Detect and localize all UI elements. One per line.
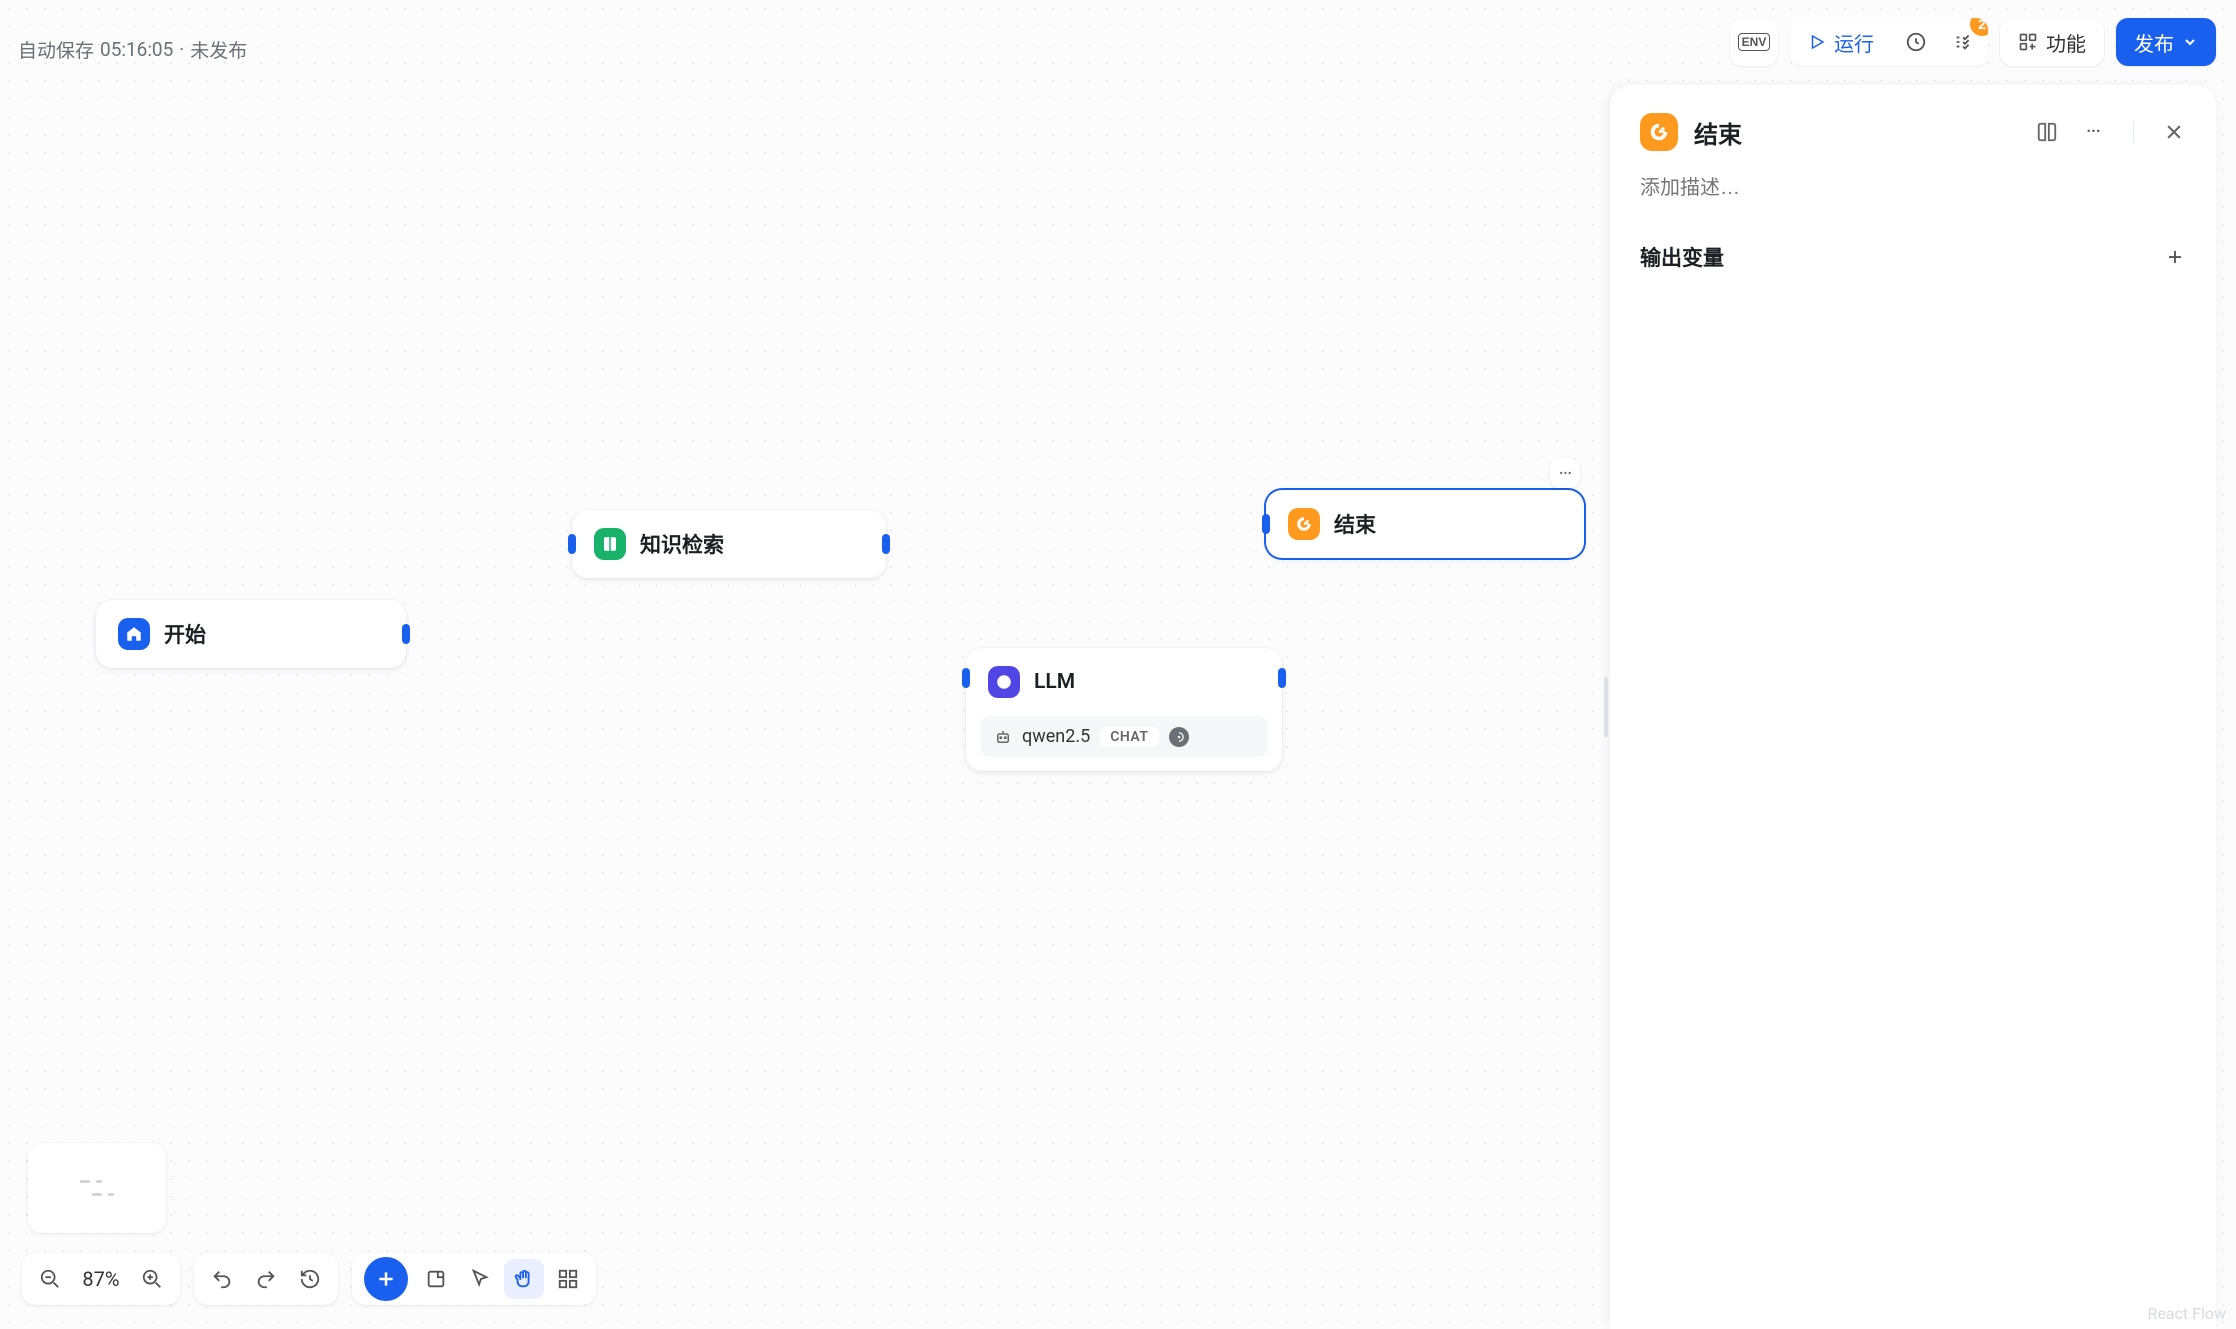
note-button[interactable] (416, 1259, 456, 1299)
feature-button[interactable]: 功能 (2000, 18, 2104, 66)
env-button[interactable]: ENV (1730, 18, 1778, 66)
zoom-in-icon (141, 1268, 163, 1290)
top-toolbar: ENV 运行 2 功能 发布 (1730, 18, 2216, 66)
history-group (194, 1253, 338, 1305)
zoom-value[interactable]: 87% (74, 1267, 128, 1291)
plus-icon (2166, 248, 2184, 266)
zoom-out-icon (39, 1268, 61, 1290)
zoom-out-button[interactable] (30, 1259, 70, 1299)
port-in[interactable] (568, 534, 576, 554)
undo-icon (211, 1268, 233, 1290)
docs-button[interactable] (2035, 120, 2059, 144)
zoom-in-button[interactable] (132, 1259, 172, 1299)
add-node-button[interactable] (364, 1257, 408, 1301)
status-state: 未发布 (190, 36, 247, 63)
status-bar: 自动保存 05:16:05 · 未发布 (18, 36, 247, 63)
divider (2133, 121, 2134, 143)
history-icon (299, 1268, 321, 1290)
redo-button[interactable] (246, 1259, 286, 1299)
schedule-button[interactable] (1892, 18, 1940, 66)
robot-icon (994, 728, 1012, 746)
feature-label: 功能 (2046, 28, 2086, 57)
node-start[interactable]: 开始 (96, 600, 406, 668)
port-in[interactable] (962, 668, 970, 688)
node-end[interactable]: 结束 (1266, 490, 1584, 558)
run-label: 运行 (1834, 28, 1874, 57)
model-settings-icon[interactable] (1169, 727, 1189, 747)
hand-icon (513, 1268, 535, 1290)
minimap[interactable] (28, 1143, 166, 1233)
port-out[interactable] (1278, 668, 1286, 688)
run-group: 运行 2 (1790, 18, 1988, 66)
checklist-button[interactable]: 2 (1940, 18, 1988, 66)
pointer-tool[interactable] (460, 1259, 500, 1299)
more-button[interactable]: ··· (2081, 120, 2105, 144)
model-selector[interactable]: qwen2.5 CHAT (980, 716, 1268, 757)
panel-title: 结束 (1694, 115, 2019, 150)
panel-header: 结束 ··· (1640, 113, 2186, 151)
close-button[interactable] (2162, 120, 2186, 144)
book-icon (594, 528, 626, 560)
node-more-button[interactable]: ··· (1550, 458, 1580, 488)
node-end-title: 结束 (1334, 509, 1376, 539)
node-knowledge[interactable]: 知识检索 (572, 510, 886, 578)
bottom-toolbar: 87% (22, 1253, 596, 1305)
clock-play-icon (1905, 31, 1927, 53)
tools-group (352, 1253, 596, 1305)
model-mode: CHAT (1100, 727, 1158, 747)
hand-tool[interactable] (504, 1259, 544, 1299)
chevron-down-icon (2182, 34, 2198, 50)
panel-resize-handle[interactable] (1604, 677, 1608, 737)
play-icon (1808, 33, 1826, 51)
side-panel: 结束 ··· 输出变量 (1610, 85, 2216, 1329)
watermark: React Flow (2147, 1304, 2226, 1323)
zoom-group: 87% (22, 1253, 180, 1305)
cursor-icon (469, 1268, 491, 1290)
checklist-icon (1953, 31, 1975, 53)
book-open-icon (2036, 121, 2058, 143)
node-llm-title: LLM (1034, 670, 1075, 694)
description-input[interactable] (1640, 177, 2186, 200)
close-icon (2164, 122, 2184, 142)
port-in[interactable] (1262, 514, 1270, 534)
add-output-var-button[interactable] (2164, 246, 2186, 268)
history-button[interactable] (290, 1259, 330, 1299)
exit-icon (1640, 113, 1678, 151)
undo-button[interactable] (202, 1259, 242, 1299)
output-vars-section: 输出变量 (1640, 242, 2186, 272)
layout-icon (557, 1268, 579, 1290)
node-start-title: 开始 (164, 619, 206, 649)
status-time: 05:16:05 (100, 38, 173, 61)
port-out[interactable] (402, 624, 410, 644)
node-knowledge-title: 知识检索 (640, 529, 724, 559)
port-out[interactable] (882, 534, 890, 554)
run-button[interactable]: 运行 (1790, 18, 1892, 66)
exit-icon (1288, 508, 1320, 540)
dot-sep: · (179, 38, 184, 61)
grid-add-icon (2018, 32, 2038, 52)
node-llm[interactable]: LLM qwen2.5 CHAT (966, 648, 1282, 771)
plus-icon (376, 1269, 396, 1289)
redo-icon (255, 1268, 277, 1290)
home-icon (118, 618, 150, 650)
model-name: qwen2.5 (1022, 726, 1090, 747)
layout-button[interactable] (548, 1259, 588, 1299)
publish-button[interactable]: 发布 (2116, 18, 2216, 66)
env-icon: ENV (1738, 33, 1771, 51)
output-vars-title: 输出变量 (1640, 242, 1724, 272)
note-icon (425, 1268, 447, 1290)
ai-icon (988, 666, 1020, 698)
status-autosave: 自动保存 (18, 36, 94, 63)
publish-label: 发布 (2134, 28, 2174, 57)
